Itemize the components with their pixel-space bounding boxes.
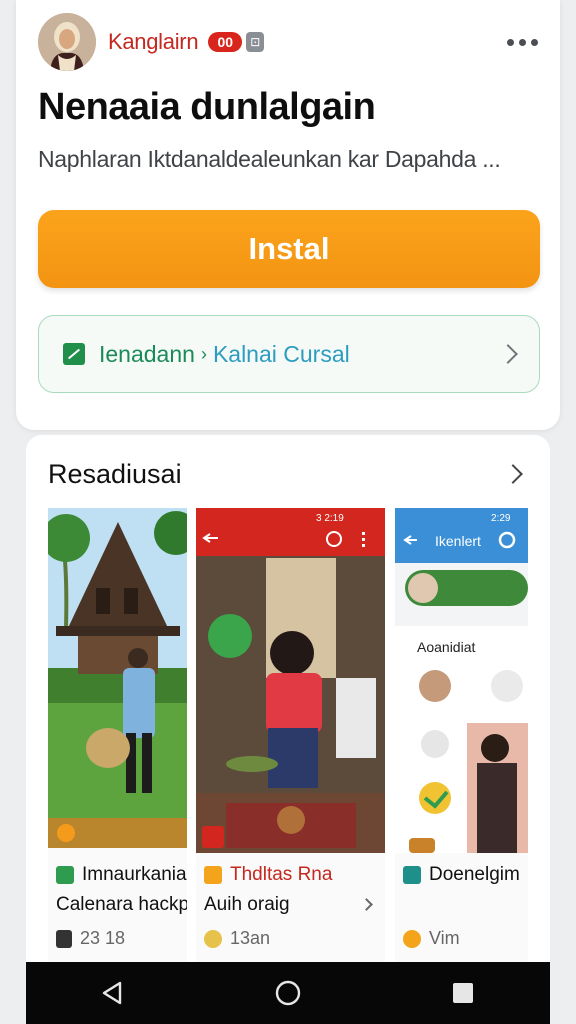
app-description: Naphlaran Iktdanaldealeunkan kar Dapahda… bbox=[38, 146, 501, 172]
install-button[interactable]: Instal bbox=[38, 210, 540, 288]
chevron-right-icon bbox=[360, 898, 373, 911]
screenshots-section: Resadiusai Imnaurkania Calenara hackpt 2… bbox=[26, 435, 550, 995]
svg-text:2:29: 2:29 bbox=[491, 513, 511, 524]
more-vert-icon[interactable] bbox=[507, 31, 538, 54]
screenshot-image bbox=[48, 508, 187, 848]
collection-link[interactable]: Ienadann › Kalnai Cursal bbox=[38, 315, 540, 393]
svg-text:3 2:19: 3 2:19 bbox=[316, 513, 344, 524]
chevron-right-icon[interactable] bbox=[503, 464, 523, 484]
svg-text:Aoanidiat: Aoanidiat bbox=[417, 639, 475, 655]
tag-icon bbox=[204, 866, 222, 884]
screenshot-subcaption: Auih oraig bbox=[204, 894, 290, 915]
screenshot-2[interactable]: 3 2:19 Thdltas Rna Auih oraig 13an bbox=[196, 508, 385, 963]
screenshot-3[interactable]: 2:29 Ikenlert Aoanidiat Doenelgim Vim bbox=[395, 508, 528, 963]
screenshot-meta: Vim bbox=[403, 928, 460, 949]
screenshot-subcaption: Calenara hackpt bbox=[56, 894, 187, 915]
collection-sub-label: Kalnai Cursal bbox=[212, 340, 350, 367]
home-icon[interactable] bbox=[258, 968, 318, 1018]
svg-text:Ikenlert: Ikenlert bbox=[435, 533, 481, 549]
breadcrumb-separator: › bbox=[200, 343, 207, 364]
screenshot-meta: 23 18 bbox=[56, 928, 125, 949]
edit-icon bbox=[403, 866, 421, 884]
system-nav-bar bbox=[26, 962, 550, 1024]
chart-icon bbox=[63, 343, 85, 365]
developer-row: Kanglairn 00 ⊡ bbox=[38, 12, 538, 72]
section-title: Resadiusai bbox=[48, 459, 182, 489]
screenshot-caption: Doenelgim bbox=[403, 864, 520, 886]
verified-icon: ⊡ bbox=[246, 32, 265, 52]
list-icon bbox=[56, 866, 74, 884]
recents-icon[interactable] bbox=[433, 968, 493, 1018]
screenshot-1[interactable]: Imnaurkania Calenara hackpt 23 18 bbox=[48, 508, 187, 963]
app-header-card: Kanglairn 00 ⊡ Nenaaia dunlalgain Naphla… bbox=[16, 0, 560, 430]
screenshot-image: 2:29 Ikenlert Aoanidiat bbox=[395, 508, 528, 853]
screenshot-caption: Thdltas Rna bbox=[204, 864, 332, 886]
sparkle-icon bbox=[204, 929, 222, 948]
chevron-right-icon bbox=[498, 344, 518, 364]
screenshot-meta: 13an bbox=[204, 928, 270, 949]
book-icon bbox=[56, 929, 72, 948]
developer-name[interactable]: Kanglairn bbox=[108, 29, 199, 55]
coin-icon bbox=[403, 929, 421, 948]
screenshot-image: 3 2:19 bbox=[196, 508, 385, 853]
developer-badges: 00 ⊡ bbox=[208, 32, 265, 52]
screenshot-caption: Imnaurkania bbox=[56, 864, 187, 886]
back-icon[interactable] bbox=[83, 968, 143, 1018]
collection-label: Ienadann bbox=[99, 340, 195, 367]
rating-badge: 00 bbox=[208, 32, 243, 52]
developer-avatar[interactable] bbox=[38, 13, 96, 71]
app-title: Nenaaia dunlalgain bbox=[38, 86, 376, 128]
